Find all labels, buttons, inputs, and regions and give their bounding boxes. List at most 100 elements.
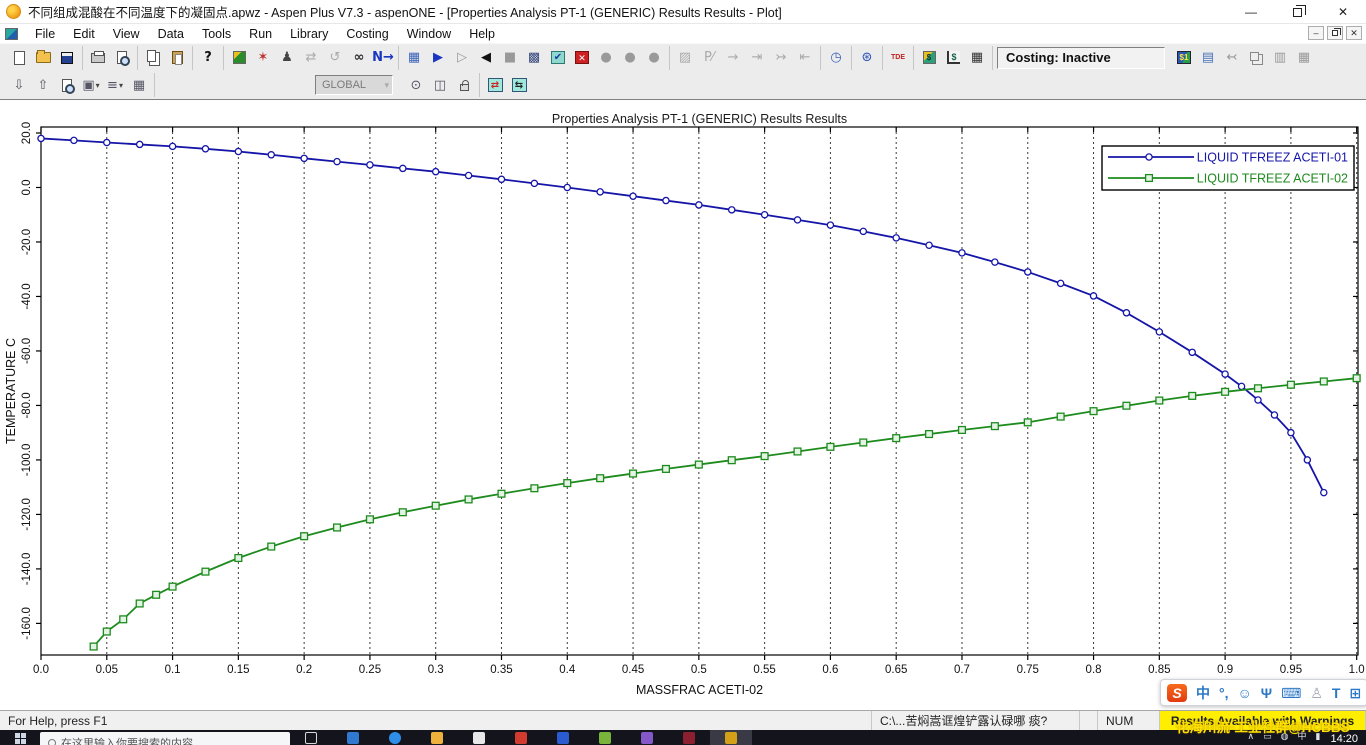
taskbar-edge-browser[interactable] [374, 730, 416, 745]
mdi-minimize-button[interactable]: – [1308, 26, 1324, 40]
voice-input-icon[interactable]: Ψ [1261, 686, 1272, 700]
taskbar-app-red[interactable] [500, 730, 542, 745]
regression-wizard-icon: ♟ [281, 50, 293, 65]
menu-item-file[interactable]: File [26, 26, 64, 42]
layout-options-button[interactable]: ▣ ▾ [79, 74, 103, 96]
svg-text:0.35: 0.35 [490, 664, 512, 676]
costing-grid-button[interactable]: ▦ [965, 47, 989, 69]
new-document-button[interactable] [7, 47, 31, 69]
matrix-button: ▦ [1292, 47, 1316, 69]
balance-button: ▥ [1268, 47, 1292, 69]
status-file-path: C:\...苦焖嵩诓煌铲露认碌哪 痰? [872, 711, 1080, 730]
mdi-close-button[interactable]: ✕ [1346, 26, 1362, 40]
capital-cost-button[interactable] [1172, 47, 1196, 69]
taskbar-app-green[interactable] [584, 730, 626, 745]
edge-browser-icon [389, 732, 401, 744]
next-input-button[interactable]: N→ [371, 47, 395, 69]
run-button[interactable]: ▶ [426, 47, 450, 69]
data-browser-button[interactable]: ▦ [402, 47, 426, 69]
taskbar-sogou-active[interactable] [710, 730, 752, 745]
task-view-icon [305, 732, 317, 744]
minimize-button[interactable]: — [1228, 0, 1274, 24]
print-button[interactable] [86, 47, 110, 69]
close-button[interactable]: ✕ [1320, 0, 1366, 24]
rewind-button[interactable]: ◀ [474, 47, 498, 69]
annotation-options-button[interactable]: ≡ ▾ [103, 74, 127, 96]
view-glasses-button[interactable]: ∞ [347, 47, 371, 69]
model-analysis-button[interactable]: ◷ [824, 47, 848, 69]
tray-icon-3[interactable]: 中 [1298, 732, 1307, 741]
tray-icon-4[interactable]: ▮ [1316, 732, 1321, 741]
section-grid-button[interactable]: ▦ [127, 74, 151, 96]
import-up-button[interactable]: ⇧ [31, 74, 55, 96]
preview-pane-button[interactable] [55, 74, 79, 96]
window-title: 不同组成混酸在不同温度下的凝固点.apwz - Aspen Plus V7.3 … [28, 6, 782, 20]
export-down-button[interactable]: ⇩ [7, 74, 31, 96]
svg-text:0.95: 0.95 [1280, 664, 1302, 676]
import-up-icon: ⇧ [37, 77, 49, 93]
taskbar-app-maroon[interactable] [668, 730, 710, 745]
taskbar-search-box[interactable]: 在这里输入你要搜索的内容 [40, 732, 290, 745]
sync-in-button[interactable] [483, 74, 507, 96]
menu-item-tools[interactable]: Tools [193, 26, 240, 42]
svg-text:0.25: 0.25 [359, 664, 381, 676]
costing-axis-button[interactable] [941, 47, 965, 69]
restore-button[interactable] [1274, 0, 1320, 24]
reinitialize-button[interactable] [570, 47, 594, 69]
object-boxes-button[interactable]: ◫ [428, 74, 452, 96]
taskbar-file-explorer[interactable] [416, 730, 458, 745]
print-preview-button[interactable] [110, 47, 134, 69]
regression-wizard-button[interactable]: ♟ [275, 47, 299, 69]
flowsheet-tools-button[interactable] [227, 47, 251, 69]
tde-view-button[interactable]: TDE [886, 47, 910, 69]
open-file-button[interactable] [31, 47, 55, 69]
taskbar-word[interactable] [542, 730, 584, 745]
taskbar-app-light[interactable] [458, 730, 500, 745]
mdi-restore-button[interactable] [1327, 26, 1343, 40]
zoom-find-button[interactable]: ⊙ [404, 74, 428, 96]
menu-item-help[interactable]: Help [460, 26, 504, 42]
taskbar-task-view[interactable] [290, 730, 332, 745]
taskbar-app-blue-tiles[interactable] [332, 730, 374, 745]
status-circle-2-button: ● [618, 47, 642, 69]
input-tools-icon[interactable]: ♙ [1310, 686, 1323, 700]
menu-item-view[interactable]: View [104, 26, 149, 42]
menu-item-run[interactable]: Run [240, 26, 281, 42]
stream-join-icon: → [727, 50, 739, 65]
menu-item-costing[interactable]: Costing [337, 26, 397, 42]
whats-this-help-button[interactable]: ? [196, 47, 220, 69]
emoji-picker-icon[interactable]: ☺ [1238, 686, 1252, 700]
menu-item-data[interactable]: Data [149, 26, 193, 42]
control-panel-button[interactable]: ▩ [522, 47, 546, 69]
paste-button[interactable] [165, 47, 189, 69]
check-results-button[interactable] [546, 47, 570, 69]
tray-icon-1[interactable]: ▭ [1263, 732, 1272, 741]
menu-item-window[interactable]: Window [398, 26, 460, 42]
stop-button: ■ [498, 47, 522, 69]
skin-center-icon[interactable]: T [1332, 686, 1341, 700]
azeotrope-search-button[interactable]: ⊛ [855, 47, 879, 69]
soft-keyboard-icon[interactable]: ⌨ [1281, 686, 1301, 700]
molecule-structure-button[interactable]: ✶ [251, 47, 275, 69]
costing-options-button[interactable] [917, 47, 941, 69]
taskbar-clock[interactable]: 14:20 [1330, 733, 1358, 745]
toolbox-icon[interactable]: ⊞ [1349, 686, 1361, 700]
menu-item-library[interactable]: Library [281, 26, 337, 42]
save-button[interactable] [55, 47, 79, 69]
economics-report-icon: ▤ [1201, 50, 1215, 65]
punctuation-mode-icon[interactable]: °, [1219, 686, 1229, 700]
tray-icon-2[interactable]: ◍ [1281, 732, 1289, 741]
copy-button[interactable] [141, 47, 165, 69]
rewind-icon: ◀ [481, 50, 491, 65]
lock-view-button[interactable] [452, 74, 476, 96]
balance-icon: ▥ [1273, 50, 1287, 65]
taskbar-app-purple[interactable] [626, 730, 668, 745]
menu-item-edit[interactable]: Edit [64, 26, 104, 42]
start-button[interactable] [0, 730, 40, 745]
chinese-mode-icon[interactable]: 中 [1196, 686, 1210, 700]
taskbar-app-icons [290, 730, 752, 745]
economics-report-button[interactable]: ▤ [1196, 47, 1220, 69]
sogou-logo-icon[interactable]: S [1167, 683, 1187, 702]
tray-icon-0[interactable]: ∧ [1248, 732, 1255, 741]
sync-out-button[interactable] [507, 74, 531, 96]
